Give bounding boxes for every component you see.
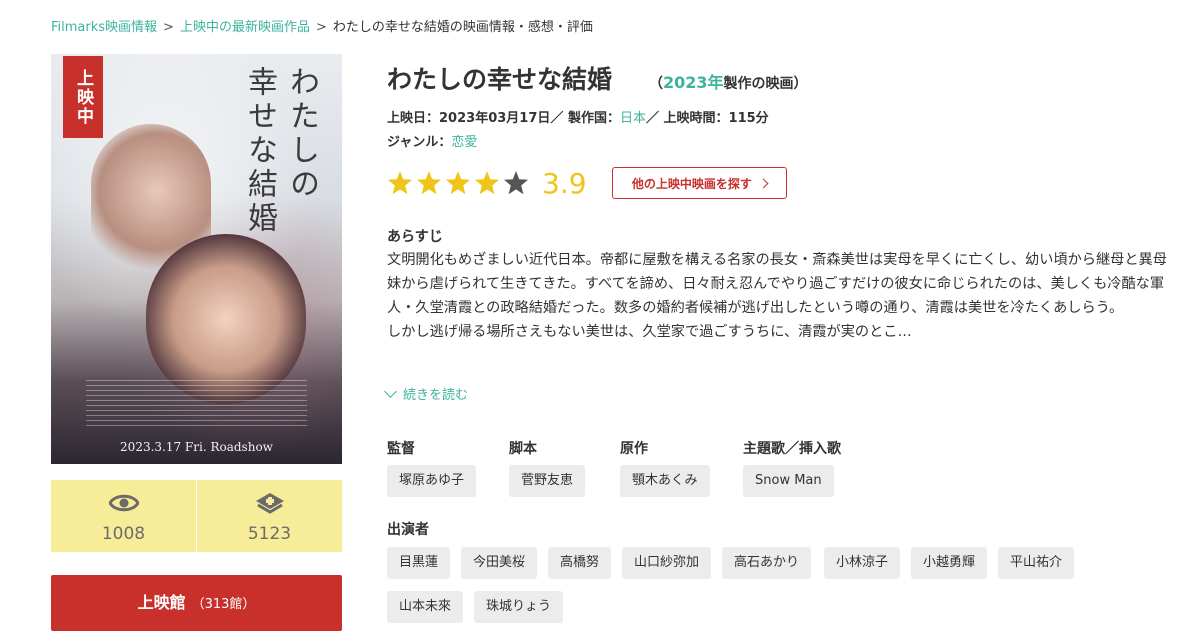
cast-tag[interactable]: 目黒蓮 [387,547,451,579]
year-suffix: 製作の映画） [723,76,808,92]
meta-separator: ／ [550,111,564,126]
director-label: 監督 [387,441,415,457]
bookmark-plus-icon [255,492,285,520]
theme-song-label: 主題歌／挿入歌 [743,441,841,457]
cast-label: 出演者 [387,522,429,538]
meta-separator: ／ [645,111,659,126]
synopsis-heading: あらすじ [387,229,443,245]
poster-credits-block [86,380,307,428]
movie-meta: 上映日：2023年03月17日／ 製作国：日本／ 上映時間：115分 [387,107,769,126]
poster-date-text: 2023.3.17 Fri. Roadshow [120,440,273,454]
runtime-value: 115分 [728,111,769,126]
watched-stat-button[interactable]: 1008 [51,480,196,552]
breadcrumb-section-link[interactable]: 上映中の最新映画作品 [180,20,310,35]
breadcrumb-separator: > [315,20,327,35]
breadcrumb: Filmarks映画情報 > 上映中の最新映画作品 > わたしの幸せな結婚の映画情報・感… [51,16,593,35]
clip-stat-button[interactable]: 5123 [197,480,342,552]
other-movies-button[interactable]: 他の上映中映画を探す [612,167,787,199]
cast-tag[interactable]: 山口紗弥加 [622,547,712,579]
empty-star-icon [504,171,528,195]
runtime-label: 上映時間： [663,111,729,126]
theaters-button-label: 上映館 [137,593,186,612]
screenplay-label: 脚本 [509,441,537,457]
country-label: 製作国： [567,111,620,126]
eye-icon [107,492,140,518]
rating-score: 3.9 [542,167,587,200]
cast-tag[interactable]: 珠城りょう [474,591,564,623]
original-label: 原作 [620,441,648,457]
filled-star-icon [475,171,499,195]
watched-count: 1008 [101,524,146,544]
read-more-label: 続きを読む [403,388,469,403]
original-tag[interactable]: 顎木あくみ [620,465,710,497]
synopsis-text: 文明開化もめざましい近代日本。帝都に屋敷を構える名家の長女・斎森美世は実母を早く… [387,248,1177,344]
chevron-down-icon [384,385,397,398]
cast-tag[interactable]: 平山祐介 [998,547,1075,579]
genre-link[interactable]: 恋愛 [451,135,477,150]
filled-star-icon [446,171,470,195]
production-year-link[interactable]: 2023年 [663,73,724,92]
cast-tag[interactable]: 小林涼子 [824,547,901,579]
clip-count: 5123 [247,524,292,544]
country-link[interactable]: 日本 [620,111,646,126]
read-more-link[interactable]: 続きを読む [384,384,469,403]
cast-tag[interactable]: 山本未來 [387,591,464,623]
chevron-right-icon [758,178,769,189]
genre-label: ジャンル： [387,135,452,150]
breadcrumb-current: わたしの幸せな結婚の映画情報・感想・評価 [332,20,593,35]
cast-tag[interactable]: 今田美桜 [461,547,538,579]
filled-star-icon [417,171,441,195]
release-label: 上映日： [387,111,440,126]
cast-tag[interactable]: 高橋努 [548,547,612,579]
release-date: 2023年03月17日 [439,111,551,126]
other-movies-label: 他の上映中映画を探す [631,177,752,191]
filled-star-icon [388,171,412,195]
cast-tag[interactable]: 小越勇輝 [911,547,988,579]
synopsis-paragraph: しかし逃げ帰る場所さえもない美世は、久堂家で過ごすうちに、清霞が実のとこ… [387,324,912,340]
director-tag[interactable]: 塚原あゆ子 [387,465,477,497]
theme-song-tag[interactable]: Snow Man [743,465,834,497]
poster-title-text: わたしの 幸せな結婚 [242,66,319,236]
genre-row: ジャンル：恋愛 [387,131,477,150]
theaters-button[interactable]: 上映館 （313館） [51,575,342,631]
synopsis-paragraph: 文明開化もめざましい近代日本。帝都に屋敷を構える名家の長女・斎森美世は実母を早く… [387,252,1167,316]
movie-title: わたしの幸せな結婚 [387,65,613,94]
production-year-info: （2023年製作の映画） [649,69,808,93]
cast-tag[interactable]: 高石あかり [722,547,812,579]
breadcrumb-separator: > [163,20,174,35]
breadcrumb-home-link[interactable]: Filmarks映画情報 [51,20,157,35]
now-showing-badge: 上映中 [63,56,103,138]
rating-stars [387,170,532,200]
year-prefix: （ [649,76,663,92]
theaters-count: （313館） [191,597,256,612]
screenplay-tag[interactable]: 菅野友恵 [509,465,586,497]
